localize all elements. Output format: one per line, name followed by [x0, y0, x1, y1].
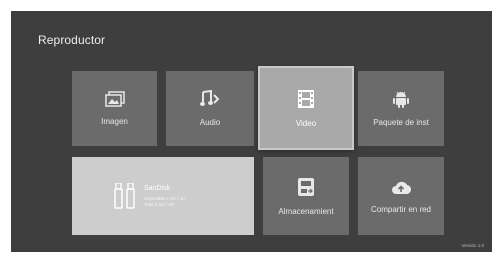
tile-imagen[interactable]: Imagen — [72, 71, 157, 146]
tile-compartir[interactable]: Compartir en red — [358, 157, 444, 235]
storage-total: Total 3,6G / 4G — [144, 201, 175, 207]
tile-sandisk-storage[interactable]: SanDisk Disponible 2,3G / 4G Total 3,6G … — [72, 157, 254, 235]
tile-imagen-label: Imagen — [101, 117, 128, 126]
film-icon — [298, 89, 314, 108]
music-note-icon — [200, 90, 220, 106]
android-icon — [393, 91, 409, 108]
tile-audio[interactable]: Audio — [166, 71, 254, 146]
tile-almacenamiento[interactable]: Almacenamient — [263, 157, 349, 235]
version-label: Versión 1.0 — [461, 243, 484, 248]
tile-almacenamiento-label: Almacenamient — [278, 206, 334, 216]
image-gallery-icon — [104, 91, 125, 107]
tile-paquete[interactable]: Paquete de inst — [358, 71, 444, 146]
storage-manager-icon — [298, 177, 314, 196]
tile-video[interactable]: Video — [260, 68, 352, 148]
tile-audio-label: Audio — [199, 118, 221, 127]
cloud-share-icon — [392, 181, 411, 194]
tile-video-label: Video — [295, 118, 317, 128]
tile-paquete-label: Paquete de inst — [373, 118, 429, 127]
usb-drive-icon — [114, 183, 135, 209]
storage-name: SanDisk — [144, 184, 171, 192]
tile-compartir-label: Compartir en red — [370, 204, 432, 214]
player-screen: Reproductor Imagen Audio Video Paquete d… — [11, 11, 492, 252]
page-title: Reproductor — [38, 33, 106, 47]
storage-details: SanDisk Disponible 2,3G / 4G Total 3,6G … — [144, 185, 186, 208]
